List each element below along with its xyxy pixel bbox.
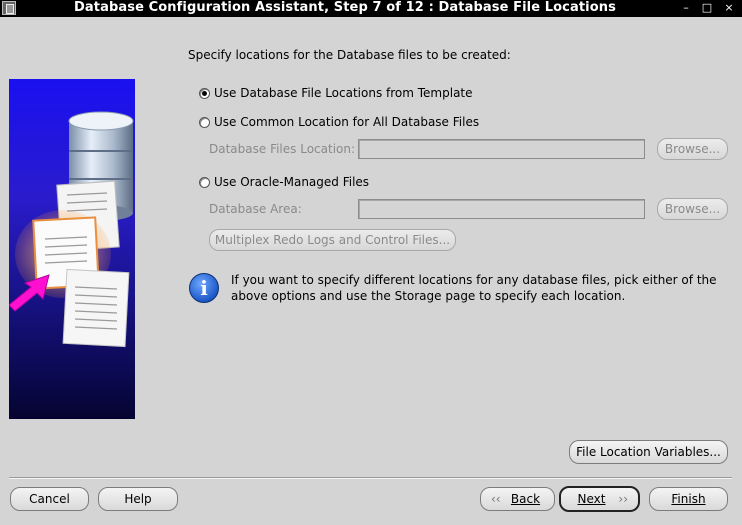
minimize-button[interactable]: –: [678, 0, 694, 17]
finish-button[interactable]: Finish: [649, 487, 728, 511]
database-files-location-label: Database Files Location:: [209, 142, 356, 156]
footer-separator: [9, 477, 732, 479]
info-icon: i: [189, 273, 219, 303]
radio-label: Use Common Location for All Database Fil…: [214, 115, 480, 129]
database-area-input[interactable]: [358, 199, 645, 219]
info-text-line-1: If you want to specify different locatio…: [231, 273, 717, 287]
window-title: Database Configuration Assistant, Step 7…: [74, 0, 616, 15]
title-bar: Database Configuration Assistant, Step 7…: [0, 0, 742, 17]
radio-indicator[interactable]: [199, 176, 210, 188]
info-text-line-2: above options and use the Storage page t…: [231, 289, 626, 303]
maximize-button[interactable]: □: [699, 0, 715, 17]
back-label: Back: [510, 492, 541, 506]
chevron-right-icon: ››: [618, 492, 628, 506]
next-button[interactable]: Next ››: [559, 486, 640, 512]
file-location-variables-button[interactable]: File Location Variables...: [569, 440, 728, 464]
radio-label: Use Database File Locations from Templat…: [214, 86, 473, 100]
radio-label: Use Oracle-Managed Files: [214, 175, 370, 189]
chevron-left-icon: ‹‹: [491, 492, 501, 506]
radio-selected-indicator[interactable]: [199, 87, 210, 99]
finish-label: Finish: [671, 492, 706, 506]
browse-database-area-button[interactable]: Browse...: [657, 198, 728, 220]
radio-indicator[interactable]: [199, 116, 210, 128]
multiplex-redo-logs-button[interactable]: Multiplex Redo Logs and Control Files...: [209, 229, 456, 251]
radio-template-locations[interactable]: Use Database File Locations from Templat…: [199, 85, 473, 101]
instruction-label: Specify locations for the Database files…: [188, 48, 511, 62]
banner-image: [9, 79, 135, 419]
back-button[interactable]: ‹‹ Back: [480, 487, 555, 511]
help-button[interactable]: Help: [98, 487, 178, 511]
radio-oracle-managed-files[interactable]: Use Oracle-Managed Files: [199, 174, 369, 190]
database-files-location-input[interactable]: [358, 139, 645, 159]
radio-common-location[interactable]: Use Common Location for All Database Fil…: [199, 114, 479, 130]
browse-files-location-button[interactable]: Browse...: [657, 138, 728, 160]
database-area-label: Database Area:: [209, 202, 302, 216]
database-files-illustration: [9, 111, 134, 348]
close-button[interactable]: ×: [721, 0, 737, 17]
next-label: Next: [577, 492, 606, 506]
cancel-button[interactable]: Cancel: [10, 487, 89, 511]
